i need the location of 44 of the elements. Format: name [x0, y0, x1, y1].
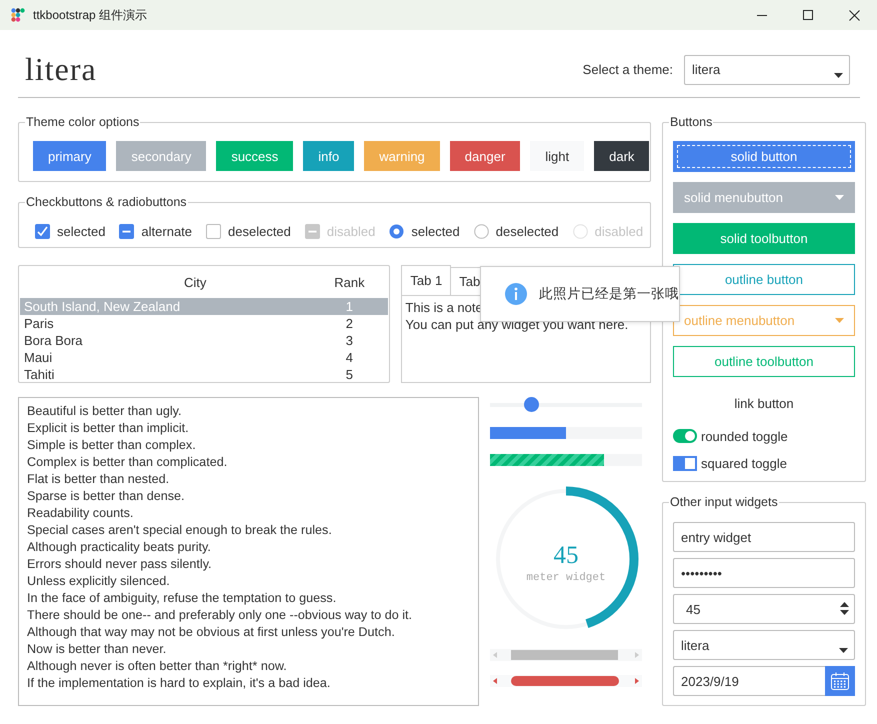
toggle-label: squared toggle [701, 456, 788, 470]
option-label: disabled [326, 224, 376, 238]
text-line: Unless explicitly silenced. [27, 573, 171, 590]
table-cell-text: 4 [344, 350, 354, 365]
toggle-label: rounded toggle [701, 428, 788, 444]
text-line: Readability counts. [27, 505, 134, 522]
table-cell-text: Bora Bora [23, 333, 84, 348]
window-title: ttkbootstrap 组件演示 [33, 6, 148, 24]
table-cell-text: Maui [23, 350, 54, 365]
text-line: Complex is better than complicated. [27, 454, 228, 471]
text-line: Explicit is better than implicit. [27, 420, 190, 437]
option-label: disabled [594, 224, 644, 238]
table-cell-text: Paris [23, 316, 55, 331]
option-label: alternate [141, 224, 192, 238]
frame-title: Other input widgets [669, 495, 779, 510]
text-line: In the face of ambiguity, refuse the temptation to guess. [27, 590, 338, 607]
table-cell-text: 1 [344, 299, 354, 314]
table-cell-text: 3 [344, 333, 354, 348]
text-line: Special cases aren't special enough to break the rules. [27, 522, 333, 539]
text-line: There should be one-- and preferably only one --obvious way to do it. [27, 607, 414, 624]
meter-label: meter widget [526, 572, 606, 584]
table-cell-text: Tahiti [23, 367, 56, 382]
frame-title: Theme color options [25, 115, 140, 130]
text-line: Flat is better than nested. [27, 471, 170, 488]
text-line: Although practicality beats purity. [27, 539, 212, 556]
note-text: You can put any widget you want here. [405, 316, 630, 333]
text-line: Although that way may not be obvious at first unless you're Dutch. [27, 624, 396, 641]
theme-name-heading: litera [25, 51, 98, 88]
table-cell-text: South Island, New Zealand [23, 299, 182, 314]
text-line: If the implementation is hard to explain, it's a bad idea. [27, 675, 332, 692]
text-line: Beautiful is better than ugly. [27, 403, 182, 420]
meter-value: 45 [554, 542, 578, 569]
theme-label: Select a theme: [582, 62, 673, 77]
option-label: selected [57, 224, 106, 238]
table-cell-text: 5 [344, 367, 354, 382]
text-line: Sparse is better than dense. [27, 488, 186, 505]
text-line: Now is better than never. [27, 641, 168, 658]
option-label: deselected [228, 224, 291, 238]
text-line: Errors should never pass silently. [27, 556, 213, 573]
text-line: Simple is better than complex. [27, 437, 197, 454]
option-label: selected [411, 224, 460, 238]
option-label: deselected [496, 224, 559, 238]
table-cell-text: 2 [344, 316, 354, 331]
text-line: Although never is often better than *right* now. [27, 658, 288, 675]
